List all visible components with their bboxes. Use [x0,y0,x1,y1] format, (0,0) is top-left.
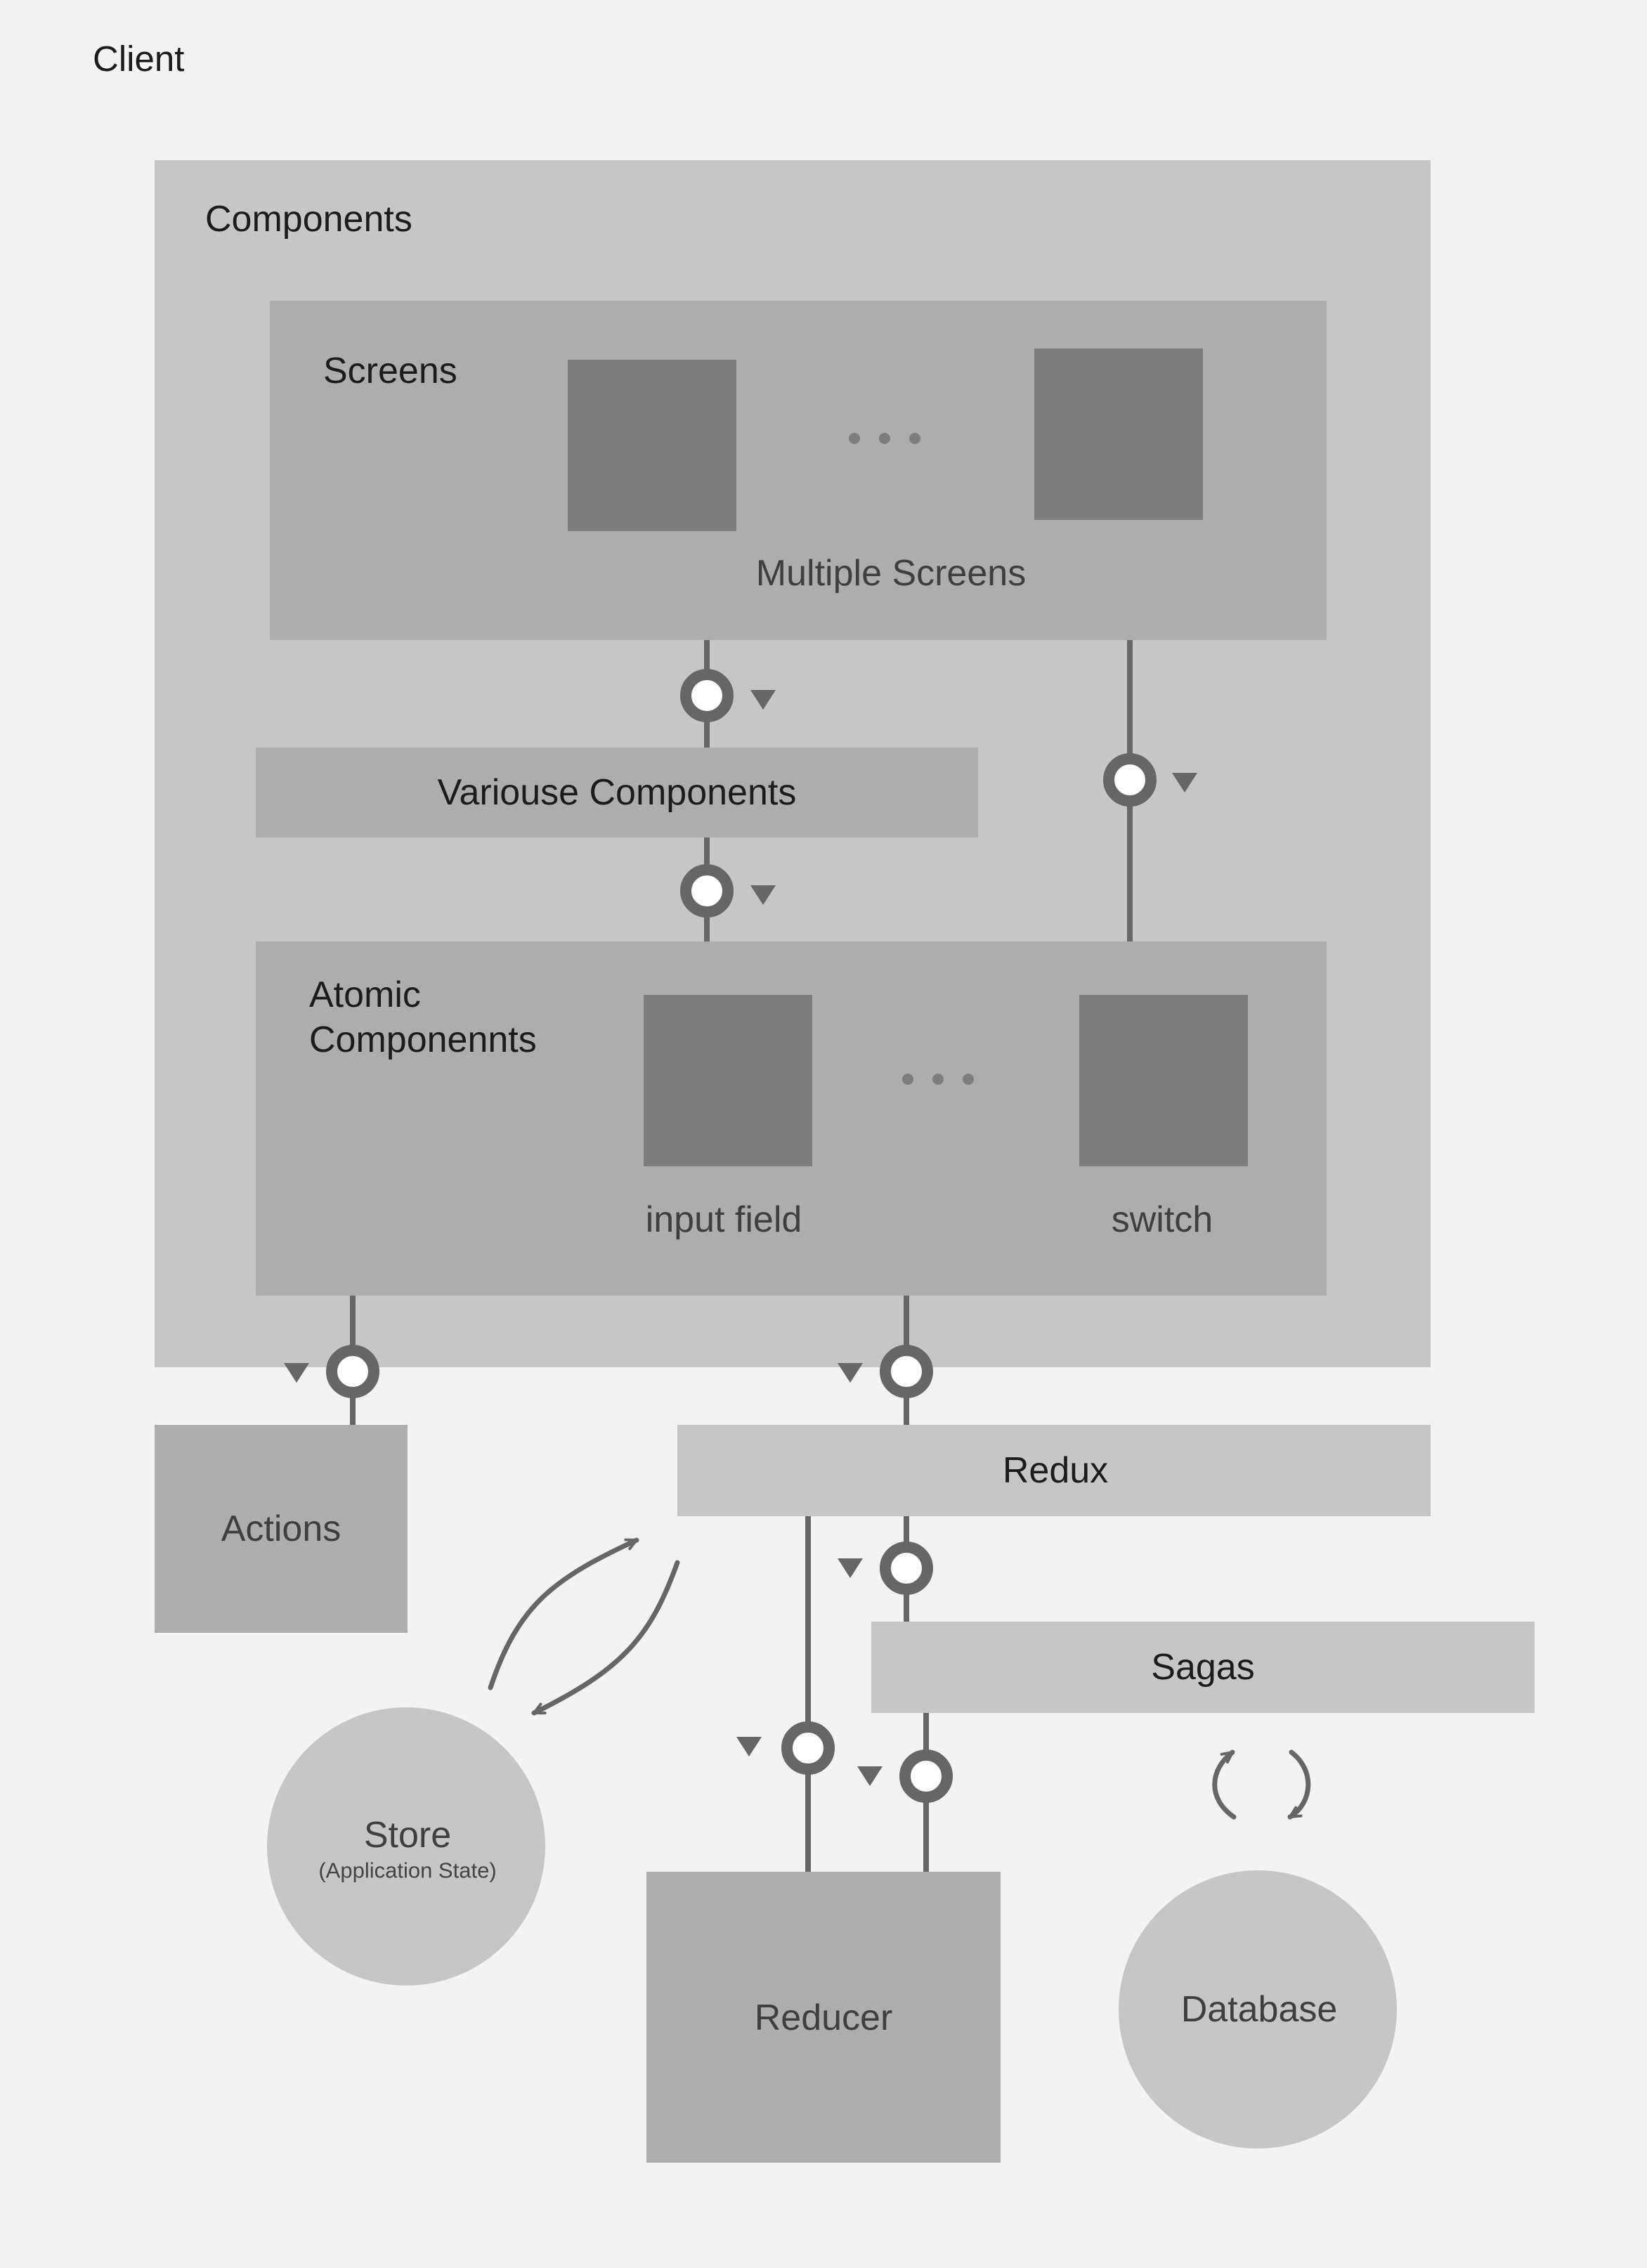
page-title: Client [93,39,185,79]
atomic-components-label-line2: Componennts [309,1019,537,1060]
triangle-down-icon [857,1766,883,1786]
socket-ring-icon [680,669,734,722]
switch-tile [1079,995,1248,1166]
screen-tile-1 [568,360,736,531]
screens-label: Screens [323,351,457,391]
screens-caption: Multiple Screens [755,553,1027,594]
triangle-down-icon [838,1363,863,1383]
arrow-database-to-sagas-icon [1212,1749,1237,1820]
reducer-label: Reducer [754,1997,893,2038]
socket-ring-icon [899,1749,953,1803]
redux-label: Redux [1002,1450,1109,1491]
input-field-caption: input field [645,1199,802,1240]
socket-ring-icon [880,1345,933,1398]
socket-ring-icon [781,1721,835,1775]
database-label: Database [1180,1989,1338,2030]
input-field-tile [644,995,812,1166]
screen-tile-2 [1034,348,1203,520]
sagas-label: Sagas [1151,1647,1255,1688]
switch-caption: switch [1111,1199,1213,1240]
store-label: Store [363,1815,452,1856]
sagas-database-exchange [1212,1749,1311,1820]
atomic-components-label-line1: Atomic [309,975,421,1015]
store-redux-exchange [488,1537,680,1716]
triangle-down-icon [838,1558,863,1578]
store-sublabel: (Application State) [318,1858,497,1883]
actions-label: Actions [221,1508,341,1549]
components-label: Components [205,199,412,240]
socket-ring-icon [880,1542,933,1595]
triangle-down-icon [284,1363,309,1383]
diagram-graphics [155,160,1535,2163]
arrow-sagas-to-database-icon [1287,1749,1311,1820]
diagram-canvas: Client Components Screens Multiple Scree… [0,0,1647,2268]
socket-ring-icon [1103,753,1157,807]
various-components-label: Variouse Components [437,772,797,813]
triangle-down-icon [736,1737,762,1757]
socket-ring-icon [680,864,734,918]
socket-ring-icon [326,1345,379,1398]
